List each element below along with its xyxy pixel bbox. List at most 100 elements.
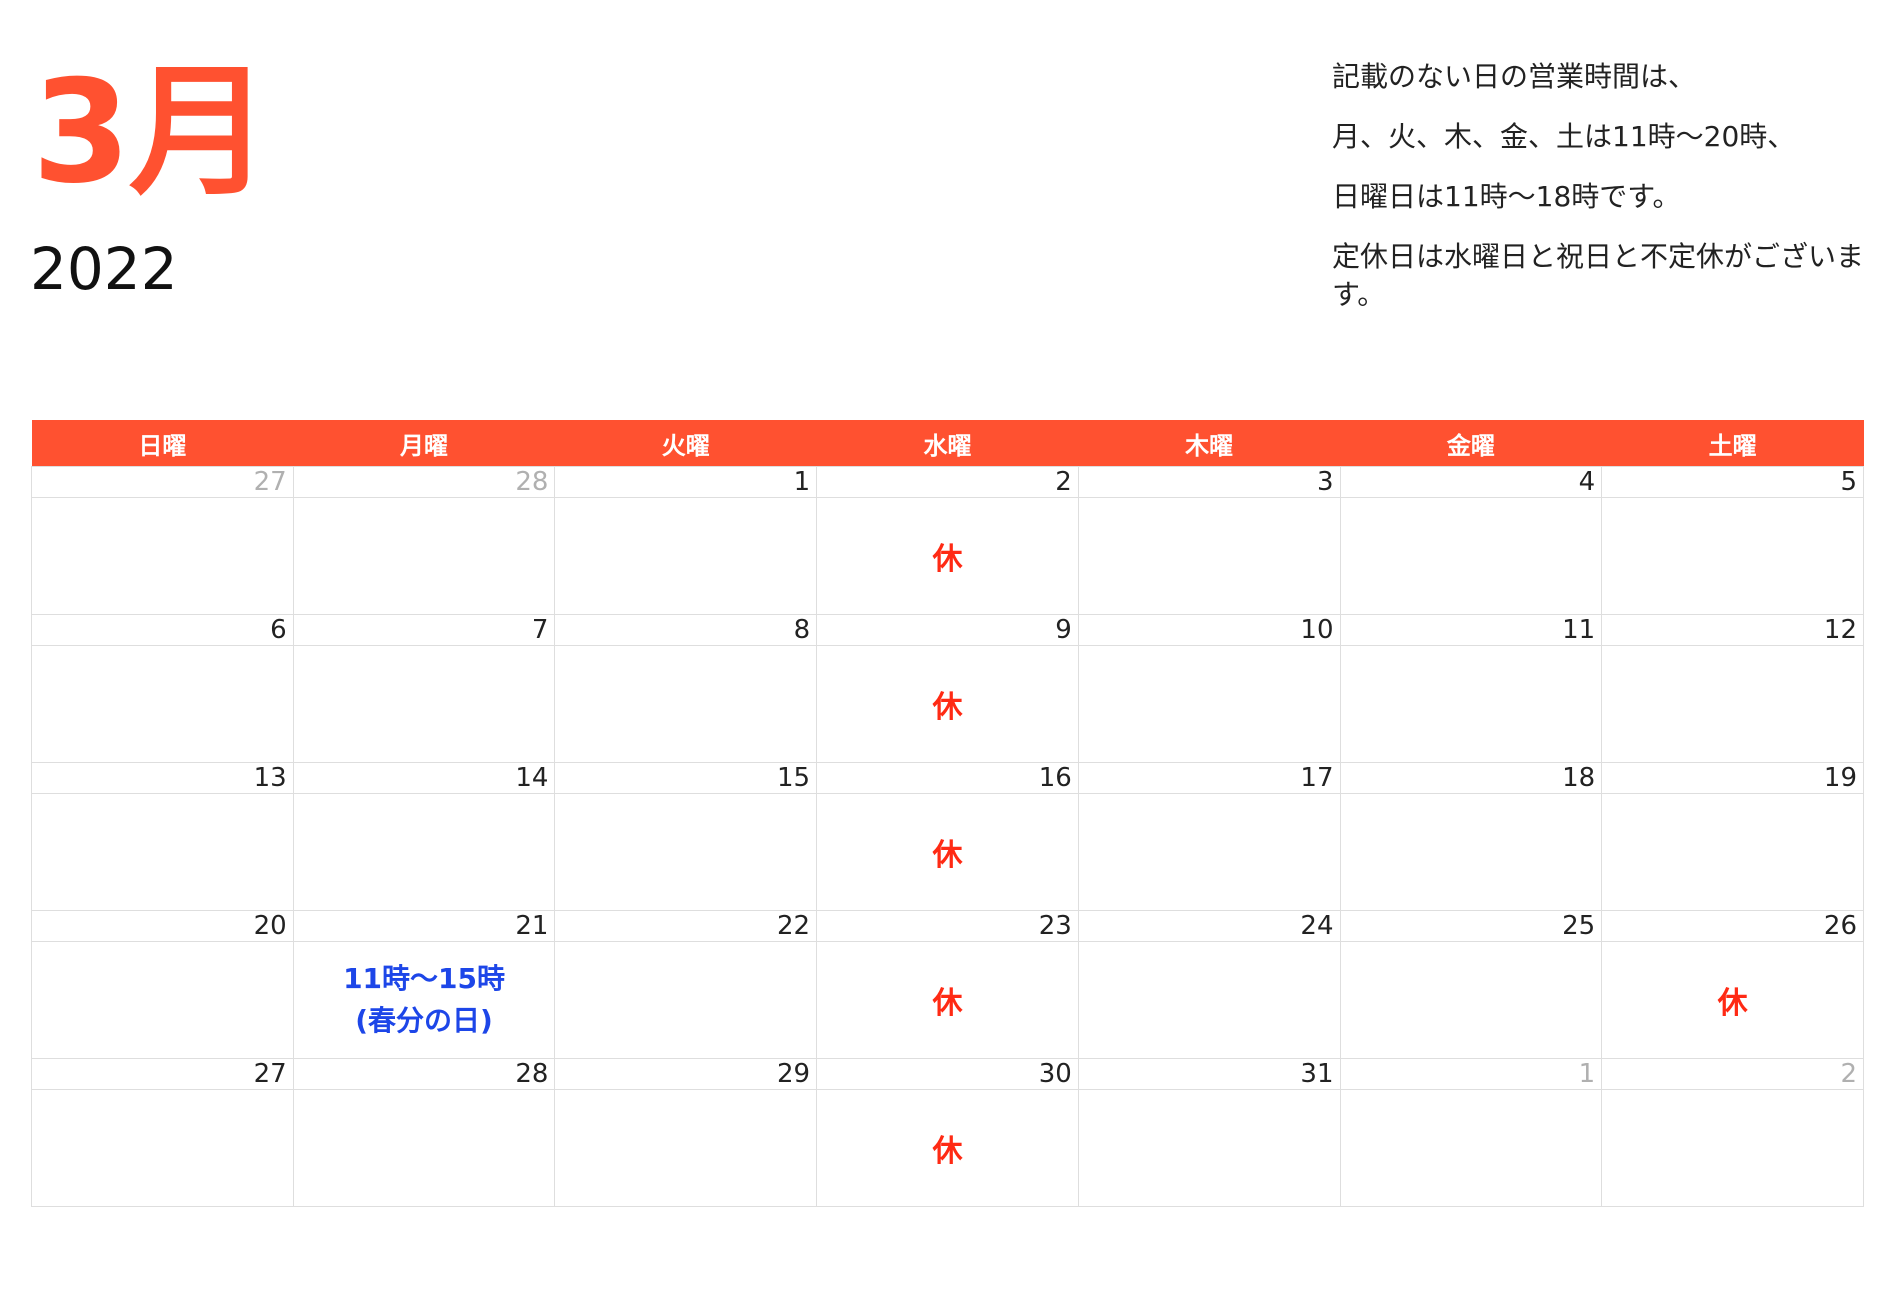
weekday-sunday: 日曜 (31, 420, 294, 467)
day-number: 6 (31, 614, 294, 646)
day-cell (1339, 497, 1603, 615)
day-cell (554, 497, 818, 615)
day-cell (554, 941, 818, 1059)
day-cell: 休 (816, 793, 1079, 911)
day-cell (554, 1089, 818, 1207)
weekday-monday: 月曜 (293, 420, 555, 467)
day-number: 8 (554, 614, 818, 646)
business-hours-notes: 記載のない日の営業時間は、 月、火、木、金、土は11時〜20時、 日曜日は11時… (1332, 58, 1872, 336)
day-number: 13 (31, 762, 294, 794)
note-line: 日曜日は11時〜18時です。 (1332, 180, 1681, 214)
week-date-row: 20 21 22 23 24 25 26 (31, 910, 1864, 942)
day-number: 17 (1077, 762, 1341, 794)
day-cell (31, 1089, 294, 1207)
day-number: 25 (1339, 910, 1603, 942)
day-number: 16 (816, 762, 1079, 794)
day-cell (1601, 1089, 1864, 1207)
week-date-row: 6 7 8 9 10 11 12 (31, 614, 1864, 646)
day-number: 10 (1077, 614, 1341, 646)
day-cell (292, 497, 556, 615)
day-number: 14 (292, 762, 556, 794)
calendar-body: 27 28 1 2 3 4 5 休 6 7 8 9 10 11 12 休 13 14 15 16 17 18 19 休 20 21… (31, 466, 1864, 1207)
day-cell (1339, 1089, 1603, 1207)
day-cell (1077, 497, 1341, 615)
day-number: 2 (816, 466, 1079, 498)
day-cell (292, 793, 556, 911)
holiday-label: (春分の日) (355, 1004, 493, 1037)
closed-label: 休 (932, 1134, 963, 1169)
day-cell: 休 (816, 941, 1079, 1059)
day-cell (1077, 793, 1341, 911)
day-cell (292, 1089, 556, 1207)
day-cell: 休 (816, 1089, 1079, 1207)
day-cell: 休 (1601, 941, 1864, 1059)
day-cell (1601, 793, 1864, 911)
weekday-wednesday: 水曜 (816, 420, 1079, 467)
day-cell: 休 (816, 497, 1079, 615)
closed-label: 休 (932, 838, 963, 873)
day-number: 22 (554, 910, 818, 942)
day-number: 27 (31, 1058, 294, 1090)
closed-label: 休 (932, 542, 963, 577)
week-body-row: 休 (31, 793, 1864, 911)
day-cell (1077, 1089, 1341, 1207)
week-body-row: 休 (31, 497, 1864, 615)
day-number: 27 (31, 466, 294, 498)
day-number: 19 (1601, 762, 1864, 794)
day-number: 5 (1601, 466, 1864, 498)
day-number: 29 (554, 1058, 818, 1090)
day-cell (31, 793, 294, 911)
year-title: 2022 (30, 235, 178, 303)
week-body-row: 休 (31, 1089, 1864, 1207)
note-line: 定休日は水曜日と祝日と不定休がございます。 (1332, 240, 1865, 312)
day-number: 30 (816, 1058, 1079, 1090)
day-number: 12 (1601, 614, 1864, 646)
day-cell (1339, 941, 1603, 1059)
note-line: 月、火、木、金、土は11時〜20時、 (1332, 120, 1796, 154)
day-number: 21 (292, 910, 556, 942)
day-number: 1 (554, 466, 818, 498)
day-cell (1339, 793, 1603, 911)
month-title: 3月 (32, 50, 271, 215)
day-cell (554, 793, 818, 911)
week-date-row: 27 28 29 30 31 1 2 (31, 1058, 1864, 1090)
day-number: 3 (1077, 466, 1341, 498)
day-cell (31, 497, 294, 615)
day-number: 28 (292, 1058, 556, 1090)
week-body-row: 休 (31, 645, 1864, 763)
day-cell (292, 645, 556, 763)
week-body-row: 11時〜15時 (春分の日) 休 休 (31, 941, 1864, 1059)
closed-label: 休 (1717, 986, 1748, 1021)
day-number: 26 (1601, 910, 1864, 942)
week-date-row: 13 14 15 16 17 18 19 (31, 762, 1864, 794)
day-cell (1077, 645, 1341, 763)
day-number: 9 (816, 614, 1079, 646)
day-number: 20 (31, 910, 294, 942)
day-cell (31, 941, 294, 1059)
day-cell (1077, 941, 1341, 1059)
day-number: 2 (1601, 1058, 1864, 1090)
day-number: 24 (1077, 910, 1341, 942)
special-hours-label: 11時〜15時 (343, 962, 506, 995)
day-number: 1 (1339, 1058, 1603, 1090)
day-cell (1601, 645, 1864, 763)
weekday-saturday: 土曜 (1601, 420, 1864, 467)
note-line: 記載のない日の営業時間は、 (1332, 60, 1697, 93)
day-number: 11 (1339, 614, 1603, 646)
closed-label: 休 (932, 986, 963, 1021)
day-cell: 休 (816, 645, 1079, 763)
day-cell (554, 645, 818, 763)
closed-label: 休 (932, 690, 963, 725)
calendar-grid: 日曜 月曜 火曜 水曜 木曜 金曜 土曜 27 28 1 2 3 4 5 休 6 7 8 9 10 11 1… (31, 420, 1864, 1207)
day-cell: 11時〜15時 (春分の日) (292, 941, 556, 1059)
week-date-row: 27 28 1 2 3 4 5 (31, 466, 1864, 498)
day-number: 4 (1339, 466, 1603, 498)
weekday-friday: 金曜 (1340, 420, 1602, 467)
day-cell (31, 645, 294, 763)
weekday-thursday: 木曜 (1078, 420, 1341, 467)
day-cell (1601, 497, 1864, 615)
day-number: 18 (1339, 762, 1603, 794)
day-number: 15 (554, 762, 818, 794)
day-number: 31 (1077, 1058, 1341, 1090)
day-cell (1339, 645, 1603, 763)
